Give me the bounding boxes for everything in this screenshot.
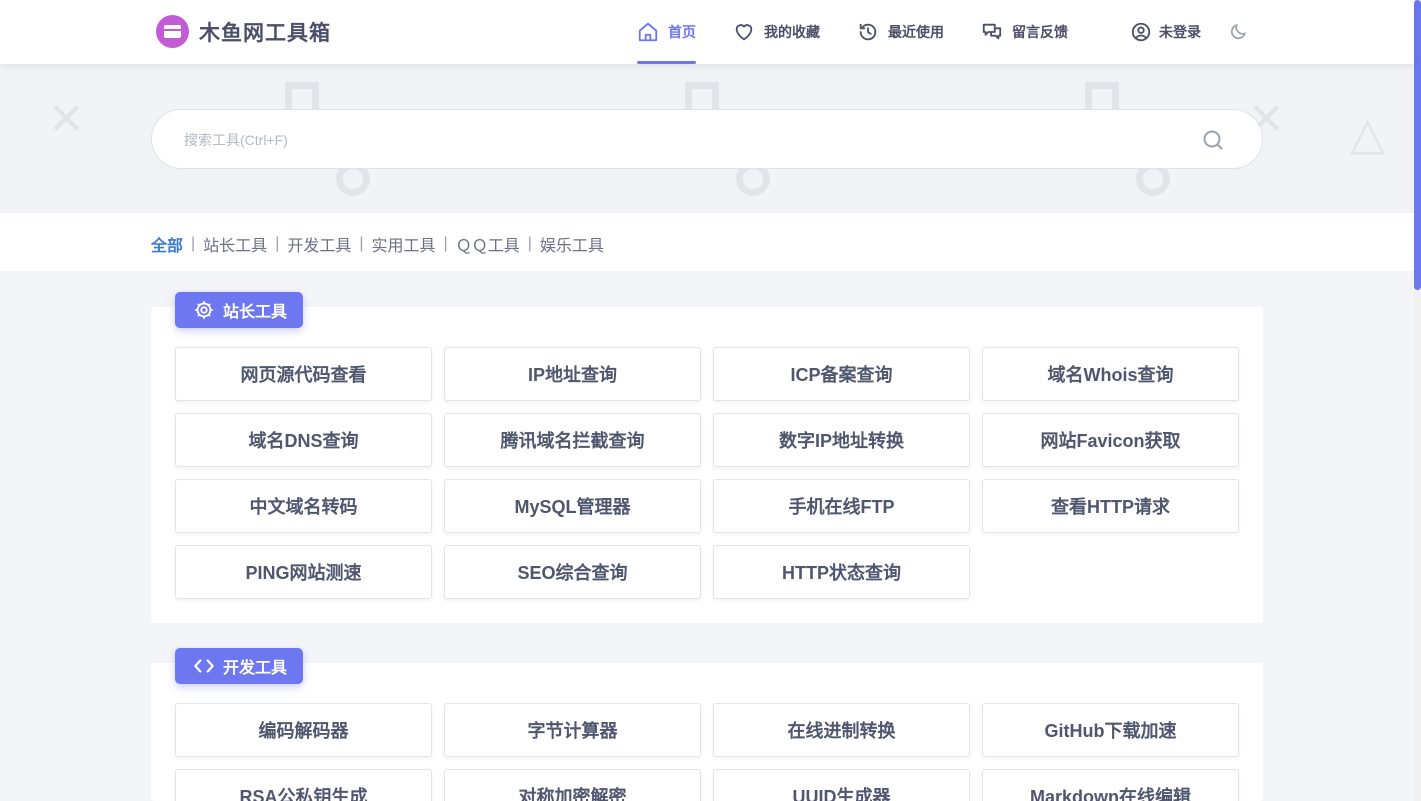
tool-card[interactable]: 字节计算器 (444, 703, 701, 757)
code-icon (194, 659, 214, 673)
header: 木鱼网工具箱 首页 我的收藏 最近使用 留言反馈 未登录 (0, 0, 1414, 64)
tool-grid: 网页源代码查看 IP地址查询 ICP备案查询 域名Whois查询 域名DNS查询… (175, 347, 1239, 599)
tool-card[interactable]: 域名DNS查询 (175, 413, 432, 467)
nav-recent[interactable]: 最近使用 (857, 0, 944, 64)
category-utility[interactable]: 实用工具 (372, 232, 436, 256)
tool-card[interactable]: MySQL管理器 (444, 479, 701, 533)
moon-icon[interactable] (1229, 21, 1249, 41)
tool-card[interactable]: 手机在线FTP (713, 479, 970, 533)
tool-card[interactable]: 中文域名转码 (175, 479, 432, 533)
tool-card[interactable]: RSA公私钥生成 (175, 769, 432, 801)
site-title: 木鱼网工具箱 (199, 21, 331, 45)
category-separator: | (191, 235, 196, 252)
tool-card[interactable]: 对称加密解密 (444, 769, 701, 801)
section-webmaster: 站长工具 网页源代码查看 IP地址查询 ICP备案查询 域名Whois查询 域名… (151, 292, 1263, 623)
section-webmaster-title: 站长工具 (175, 292, 304, 328)
toolbox-icon (156, 15, 189, 48)
category-fun[interactable]: 娱乐工具 (540, 232, 604, 256)
login-label: 未登录 (1159, 24, 1201, 40)
tool-card[interactable]: ICP备案查询 (713, 347, 970, 401)
tool-card[interactable]: 数字IP地址转换 (713, 413, 970, 467)
tool-card[interactable]: 网站Favicon获取 (982, 413, 1239, 467)
category-qq[interactable]: ＱＱ工具 (456, 232, 520, 256)
history-icon (859, 23, 877, 41)
search-box (151, 109, 1263, 169)
category-filters: 全部 | 站长工具 | 开发工具 | 实用工具 | ＱＱ工具 | 娱乐工具 (151, 232, 604, 256)
nav-home[interactable]: 首页 (637, 0, 696, 64)
logo[interactable]: 木鱼网工具箱 (156, 15, 331, 48)
nav-feedback[interactable]: 留言反馈 (981, 0, 1068, 64)
search-icon[interactable] (1201, 128, 1225, 152)
chat-icon (982, 23, 1002, 40)
category-all[interactable]: 全部 (151, 232, 183, 256)
section-title-label: 开发工具 (223, 660, 288, 677)
section-dev: 开发工具 编码解码器 字节计算器 在线进制转换 GitHub下载加速 RSA公私… (151, 648, 1263, 801)
tool-card[interactable]: 域名Whois查询 (982, 347, 1239, 401)
user-icon (1131, 22, 1151, 42)
tool-card[interactable]: HTTP状态查询 (713, 545, 970, 599)
hero-banner: ✕ ✕ △ (0, 64, 1414, 213)
search-input[interactable] (184, 128, 1164, 152)
category-bar: 全部 | 站长工具 | 开发工具 | 实用工具 | ＱＱ工具 | 娱乐工具 (0, 213, 1414, 271)
section-dev-title: 开发工具 (175, 648, 304, 684)
nav-favorites-label: 我的收藏 (764, 24, 820, 40)
tool-card[interactable]: 在线进制转换 (713, 703, 970, 757)
tool-card[interactable]: SEO综合查询 (444, 545, 701, 599)
tool-card[interactable]: IP地址查询 (444, 347, 701, 401)
category-dev[interactable]: 开发工具 (287, 232, 351, 256)
scrollbar[interactable] (1414, 0, 1421, 801)
nav-home-label: 首页 (668, 24, 696, 40)
nav-recent-label: 最近使用 (888, 24, 944, 40)
tool-card[interactable]: 查看HTTP请求 (982, 479, 1239, 533)
main-nav: 首页 我的收藏 最近使用 留言反馈 (637, 0, 1105, 64)
decor-shape: △ (1350, 107, 1386, 159)
tool-grid: 编码解码器 字节计算器 在线进制转换 GitHub下载加速 RSA公私钥生成 对… (175, 703, 1239, 801)
login-button[interactable]: 未登录 (1130, 0, 1201, 64)
tool-card[interactable]: 腾讯域名拦截查询 (444, 413, 701, 467)
tool-card[interactable]: UUID生成器 (713, 769, 970, 801)
category-separator: | (275, 235, 280, 252)
nav-feedback-label: 留言反馈 (1012, 24, 1068, 40)
tool-card[interactable]: 编码解码器 (175, 703, 432, 757)
tool-card[interactable]: PING网站测速 (175, 545, 432, 599)
category-webmaster[interactable]: 站长工具 (203, 232, 267, 256)
nav-favorites[interactable]: 我的收藏 (733, 0, 820, 64)
section-title-label: 站长工具 (223, 304, 288, 321)
scrollbar-thumb[interactable] (1414, 0, 1421, 290)
tool-card[interactable]: 网页源代码查看 (175, 347, 432, 401)
tool-card[interactable]: Markdown在线编辑 (982, 769, 1239, 801)
category-separator: | (359, 235, 364, 252)
heart-icon (735, 24, 753, 41)
gear-icon (195, 301, 213, 319)
category-separator: | (443, 235, 448, 252)
home-icon (638, 22, 658, 42)
decor-shape: ✕ (48, 95, 85, 144)
category-separator: | (527, 235, 532, 252)
tool-card[interactable]: GitHub下载加速 (982, 703, 1239, 757)
